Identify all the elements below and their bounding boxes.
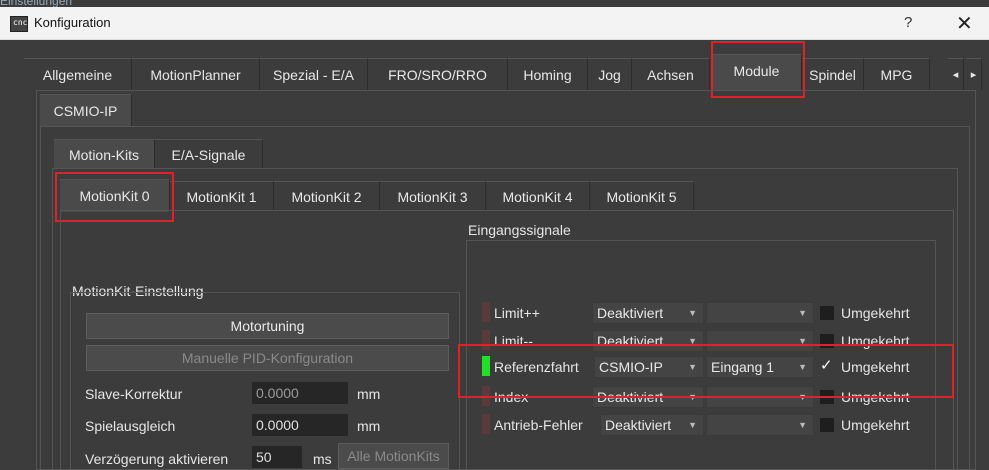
antrieb-fehler-source-select[interactable]: Deaktiviert ▼ bbox=[600, 414, 704, 436]
tab-allgemeine[interactable]: Allgemeine bbox=[24, 58, 132, 90]
tab-motionkit-2[interactable]: MotionKit 2 bbox=[274, 181, 380, 211]
tab-motionplanner[interactable]: MotionPlanner bbox=[132, 58, 260, 90]
chevron-down-icon: ▼ bbox=[688, 308, 697, 318]
antrieb-fehler-label: Antrieb-Fehler bbox=[494, 417, 583, 433]
spielausgleich-unit: mm bbox=[357, 418, 381, 434]
chevron-down-icon: ▼ bbox=[798, 420, 807, 430]
antrieb-fehler-inverted-label: Umgekehrt bbox=[841, 417, 910, 433]
limit-plus-label: Limit++ bbox=[494, 305, 540, 321]
antrieb-fehler-inverted-checkbox[interactable] bbox=[820, 418, 834, 432]
spielausgleich-field[interactable]: 0.0000 bbox=[252, 414, 348, 436]
scroll-left-icon[interactable]: ◂ bbox=[948, 58, 964, 90]
limit-plus-led bbox=[482, 302, 490, 322]
tab-achsen[interactable]: Achsen bbox=[632, 58, 710, 90]
tab-mpg[interactable]: MPG bbox=[864, 58, 930, 90]
tab-homing[interactable]: Homing bbox=[508, 58, 588, 90]
slave-korrektur-field[interactable]: 0.0000 bbox=[252, 382, 348, 404]
motortuning-button[interactable]: Motortuning bbox=[86, 313, 449, 339]
antrieb-fehler-led bbox=[482, 414, 490, 434]
help-button[interactable]: ? bbox=[904, 14, 912, 31]
limit-plus-inverted-label: Umgekehrt bbox=[841, 305, 910, 321]
chevron-down-icon: ▼ bbox=[688, 420, 697, 430]
spielausgleich-label: Spielausgleich bbox=[85, 418, 176, 434]
tab-motionkit-1[interactable]: MotionKit 1 bbox=[170, 181, 274, 211]
tab-jog[interactable]: Jog bbox=[588, 58, 632, 90]
scroll-right-icon[interactable]: ▸ bbox=[966, 58, 982, 90]
close-icon[interactable]: ✕ bbox=[956, 11, 973, 36]
referenzfahrt-row-highlight bbox=[458, 344, 954, 398]
verzoegerung-label: Verzögerung aktivieren bbox=[85, 451, 229, 467]
cnc-icon: cnc bbox=[10, 16, 28, 32]
tab-ea-signale[interactable]: E/A-Signale bbox=[155, 139, 263, 169]
limit-plus-input-select[interactable]: ▼ bbox=[706, 302, 814, 324]
tab-csmio-ip[interactable]: CSMIO-IP bbox=[40, 94, 132, 127]
manual-pid-button[interactable]: Manuelle PID-Konfiguration bbox=[86, 345, 449, 371]
tab-motionkit-3[interactable]: MotionKit 3 bbox=[380, 181, 486, 211]
tab-fro-sro-rro[interactable]: FRO/SRO/RRO bbox=[368, 58, 508, 90]
tab-spezial-ea[interactable]: Spezial - E/A bbox=[260, 58, 368, 90]
input-signals-title: Eingangssignale bbox=[468, 222, 571, 238]
slave-korrektur-unit: mm bbox=[357, 386, 381, 402]
title-bar: cnc Konfiguration ? ✕ bbox=[0, 7, 989, 40]
alle-motionkits-button[interactable]: Alle MotionKits bbox=[338, 443, 449, 469]
tab-motion-kits[interactable]: Motion-Kits bbox=[54, 139, 155, 169]
limit-plus-source-select[interactable]: Deaktiviert ▼ bbox=[592, 302, 704, 324]
dialog-client-area: Allgemeine MotionPlanner Spezial - E/A F… bbox=[0, 40, 989, 470]
chevron-down-icon: ▼ bbox=[798, 308, 807, 318]
verzoegerung-unit: ms bbox=[313, 451, 332, 467]
window-title: Konfiguration bbox=[34, 15, 111, 30]
slave-korrektur-label: Slave-Korrektur bbox=[85, 386, 183, 402]
antrieb-fehler-input-select[interactable]: ▼ bbox=[706, 414, 814, 436]
tab-motionkit-4[interactable]: MotionKit 4 bbox=[486, 181, 590, 211]
limit-plus-source-value: Deaktiviert bbox=[597, 305, 664, 321]
antrieb-fehler-source-value: Deaktiviert bbox=[605, 417, 672, 433]
tab-spindel[interactable]: Spindel bbox=[802, 58, 864, 90]
verzoegerung-field[interactable]: 50 bbox=[252, 446, 302, 468]
limit-plus-inverted-checkbox[interactable] bbox=[820, 306, 834, 320]
tab-motionkit-5[interactable]: MotionKit 5 bbox=[590, 181, 694, 211]
